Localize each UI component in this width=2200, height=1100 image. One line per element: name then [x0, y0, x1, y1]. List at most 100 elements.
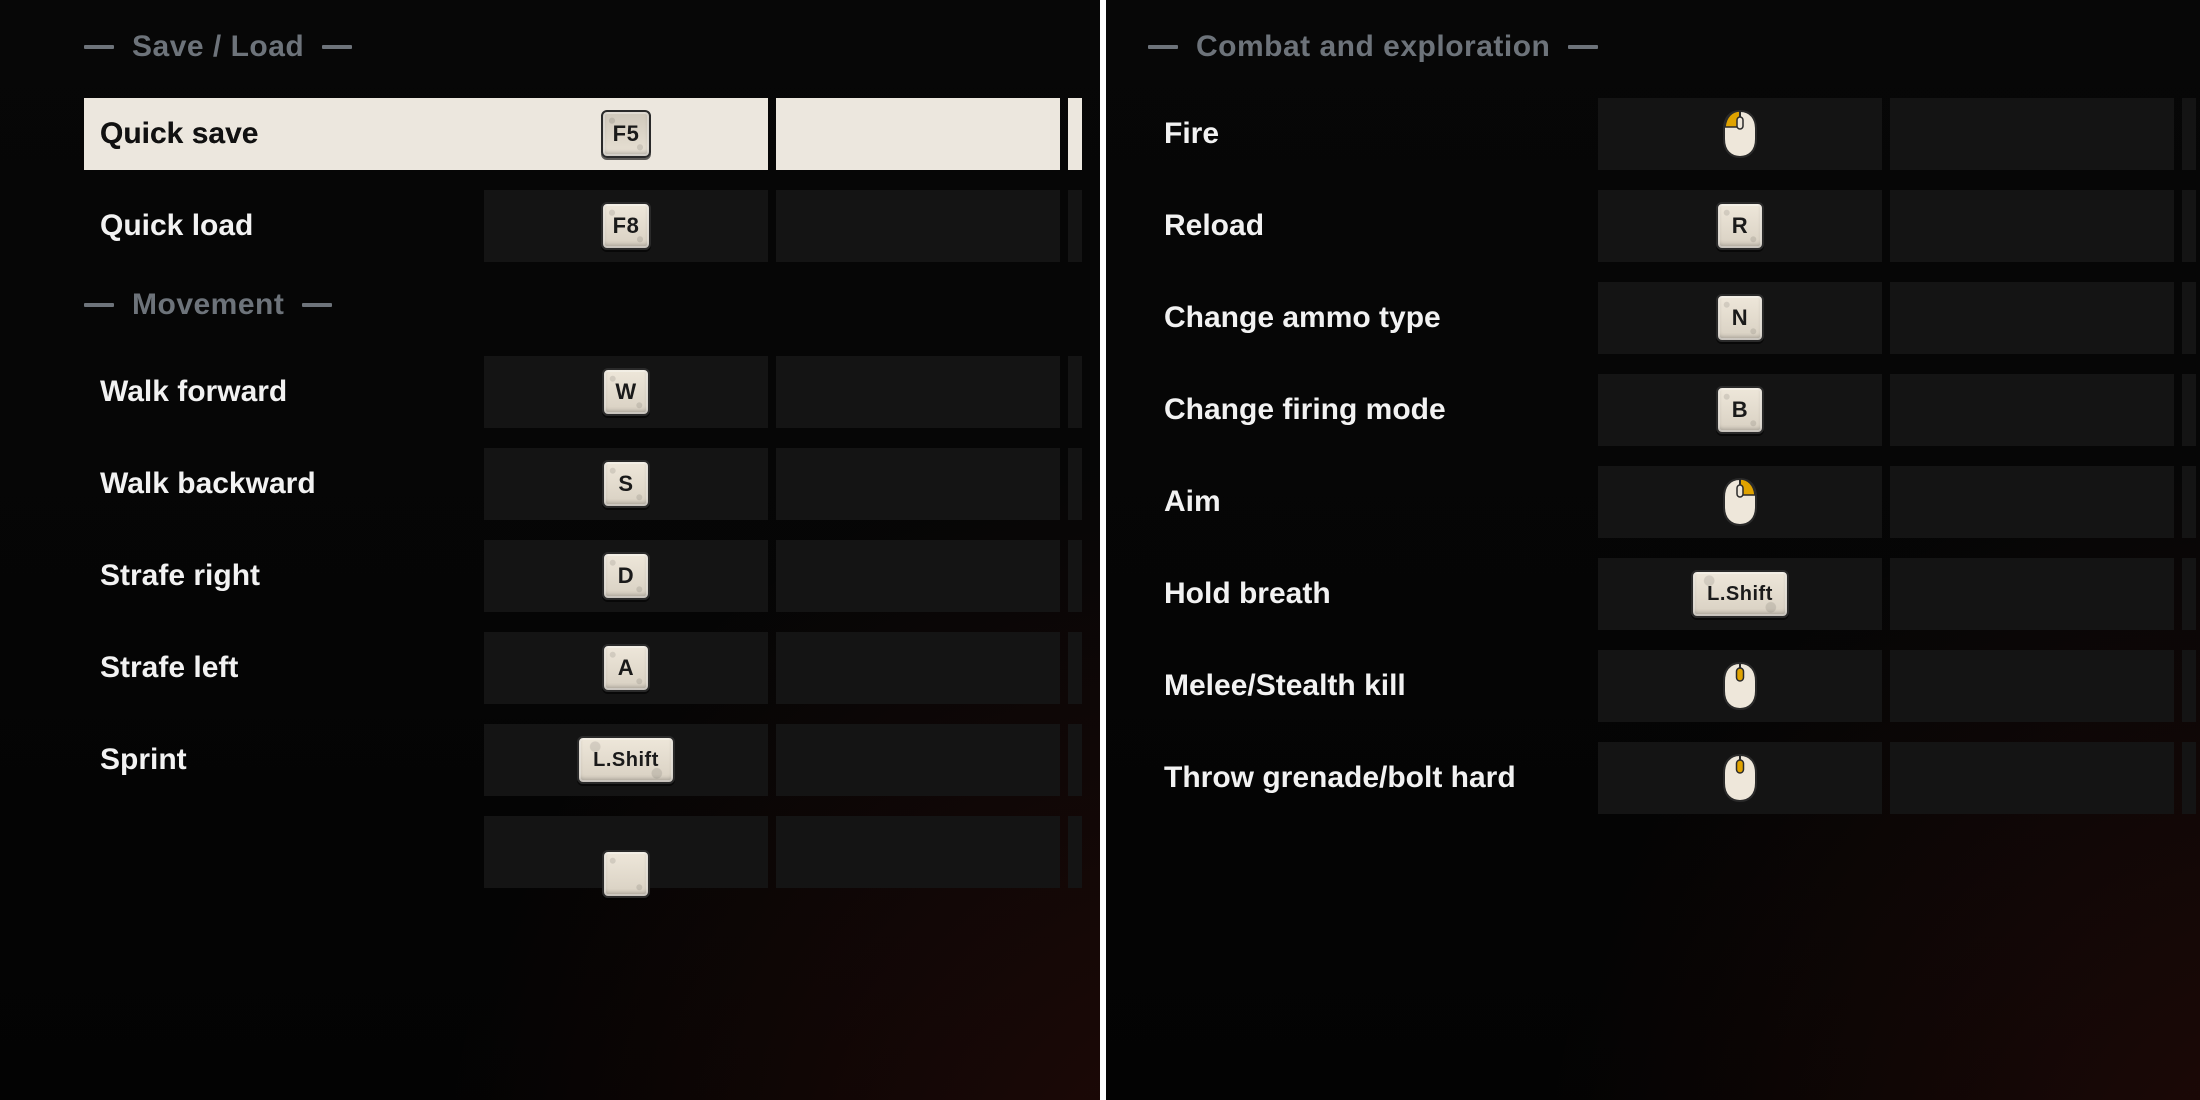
binding-primary-cell[interactable]: [1598, 742, 1882, 814]
keycap-icon: A: [602, 644, 650, 692]
binding-row-throw-grenade[interactable]: Throw grenade/bolt hard: [1148, 742, 2154, 814]
binding-primary-cell[interactable]: L.Shift: [1598, 558, 1882, 630]
binding-row-fire[interactable]: Fire: [1148, 98, 2154, 170]
binding-secondary-cell[interactable]: [776, 632, 1060, 704]
keycap-icon: S: [602, 460, 650, 508]
row-edge: [2182, 282, 2196, 354]
row-edge: [1068, 540, 1082, 612]
binding-secondary-cell[interactable]: [1890, 742, 2174, 814]
binding-primary-cell[interactable]: L.Shift: [484, 724, 768, 796]
keycap-text: R: [1732, 213, 1748, 239]
binding-row-quick-save[interactable]: Quick save F5: [84, 98, 1090, 170]
row-edge: [1068, 190, 1082, 262]
keycap-icon: D: [602, 552, 650, 600]
keycap-icon: R: [1716, 202, 1764, 250]
binding-secondary-cell[interactable]: [1890, 650, 2174, 722]
row-edge: [1068, 356, 1082, 428]
binding-secondary-cell[interactable]: [1890, 466, 2174, 538]
binding-row-strafe-right[interactable]: Strafe right D: [84, 540, 1090, 612]
binding-primary-cell[interactable]: W: [484, 356, 768, 428]
divider-icon: [84, 45, 114, 49]
binding-secondary-cell[interactable]: [776, 816, 1060, 888]
row-edge: [2182, 650, 2196, 722]
binding-primary-cell[interactable]: [1598, 98, 1882, 170]
binding-label-cell: Change ammo type: [1148, 282, 1598, 354]
binding-primary-cell[interactable]: [1598, 650, 1882, 722]
binding-row-walk-forward[interactable]: Walk forward W: [84, 356, 1090, 428]
binding-primary-cell[interactable]: R: [1598, 190, 1882, 262]
binding-secondary-cell[interactable]: [776, 724, 1060, 796]
divider-icon: [84, 303, 114, 307]
binding-label-cell: Walk forward: [84, 356, 484, 428]
binding-row-aim[interactable]: Aim: [1148, 466, 2154, 538]
binding-secondary-cell[interactable]: [1890, 282, 2174, 354]
row-edge: [2182, 466, 2196, 538]
binding-row-partial[interactable]: [84, 816, 1090, 888]
binding-primary-cell[interactable]: S: [484, 448, 768, 520]
section-title: Combat and exploration: [1196, 30, 1550, 64]
binding-label: Walk forward: [100, 375, 287, 409]
right-pane: Combat and exploration Fire Reload: [1100, 0, 2200, 1100]
binding-label: Walk backward: [100, 467, 316, 501]
binding-row-hold-breath[interactable]: Hold breath L.Shift: [1148, 558, 2154, 630]
divider-icon: [1148, 45, 1178, 49]
binding-secondary-cell[interactable]: [1890, 558, 2174, 630]
mouse-right-icon: [1719, 477, 1761, 527]
section-header-movement: Movement: [84, 288, 1100, 322]
binding-primary-cell[interactable]: A: [484, 632, 768, 704]
binding-secondary-cell[interactable]: [776, 356, 1060, 428]
binding-label-cell: Change firing mode: [1148, 374, 1598, 446]
binding-secondary-cell[interactable]: [776, 98, 1060, 170]
binding-secondary-cell[interactable]: [1890, 374, 2174, 446]
keycap-text: F8: [613, 213, 640, 239]
binding-label-cell: Strafe left: [84, 632, 484, 704]
binding-row-melee[interactable]: Melee/Stealth kill: [1148, 650, 2154, 722]
keycap-icon: F8: [601, 202, 652, 250]
row-edge: [1068, 632, 1082, 704]
binding-label-cell: Aim: [1148, 466, 1598, 538]
mouse-left-icon: [1719, 109, 1761, 159]
binding-label: Hold breath: [1164, 577, 1331, 611]
binding-primary-cell[interactable]: [1598, 466, 1882, 538]
binding-secondary-cell[interactable]: [776, 448, 1060, 520]
binding-label: Melee/Stealth kill: [1164, 669, 1406, 703]
binding-primary-cell[interactable]: F8: [484, 190, 768, 262]
row-edge: [2182, 558, 2196, 630]
keycap-icon: [602, 850, 650, 898]
binding-secondary-cell[interactable]: [776, 540, 1060, 612]
binding-row-strafe-left[interactable]: Strafe left A: [84, 632, 1090, 704]
binding-row-reload[interactable]: Reload R: [1148, 190, 2154, 262]
mouse-middle-icon: [1719, 753, 1761, 803]
binding-label: Sprint: [100, 743, 187, 777]
binding-label-cell: Throw grenade/bolt hard: [1148, 742, 1598, 814]
keycap-text: D: [618, 563, 634, 589]
binding-row-change-ammo[interactable]: Change ammo type N: [1148, 282, 2154, 354]
divider-icon: [302, 303, 332, 307]
binding-label: Quick save: [100, 117, 258, 151]
binding-primary-cell[interactable]: D: [484, 540, 768, 612]
binding-label: Change firing mode: [1164, 393, 1446, 427]
row-edge: [2182, 190, 2196, 262]
binding-secondary-cell[interactable]: [1890, 98, 2174, 170]
section-title: Movement: [132, 288, 284, 322]
binding-primary-cell[interactable]: F5: [484, 98, 768, 170]
binding-label-cell: Melee/Stealth kill: [1148, 650, 1598, 722]
binding-secondary-cell[interactable]: [1890, 190, 2174, 262]
binding-label: Throw grenade/bolt hard: [1164, 761, 1516, 795]
section-header-save-load: Save / Load: [84, 30, 1100, 64]
keycap-icon: L.Shift: [577, 736, 675, 784]
binding-row-firing-mode[interactable]: Change firing mode B: [1148, 374, 2154, 446]
row-edge: [2182, 374, 2196, 446]
binding-primary-cell[interactable]: B: [1598, 374, 1882, 446]
binding-label: Strafe right: [100, 559, 260, 593]
binding-label: Change ammo type: [1164, 301, 1441, 335]
keycap-icon: F5: [601, 110, 652, 158]
row-edge: [2182, 742, 2196, 814]
binding-row-quick-load[interactable]: Quick load F8: [84, 190, 1090, 262]
binding-label: Fire: [1164, 117, 1219, 151]
binding-secondary-cell[interactable]: [776, 190, 1060, 262]
binding-row-sprint[interactable]: Sprint L.Shift: [84, 724, 1090, 796]
binding-primary-cell[interactable]: [484, 816, 768, 888]
binding-primary-cell[interactable]: N: [1598, 282, 1882, 354]
binding-row-walk-backward[interactable]: Walk backward S: [84, 448, 1090, 520]
